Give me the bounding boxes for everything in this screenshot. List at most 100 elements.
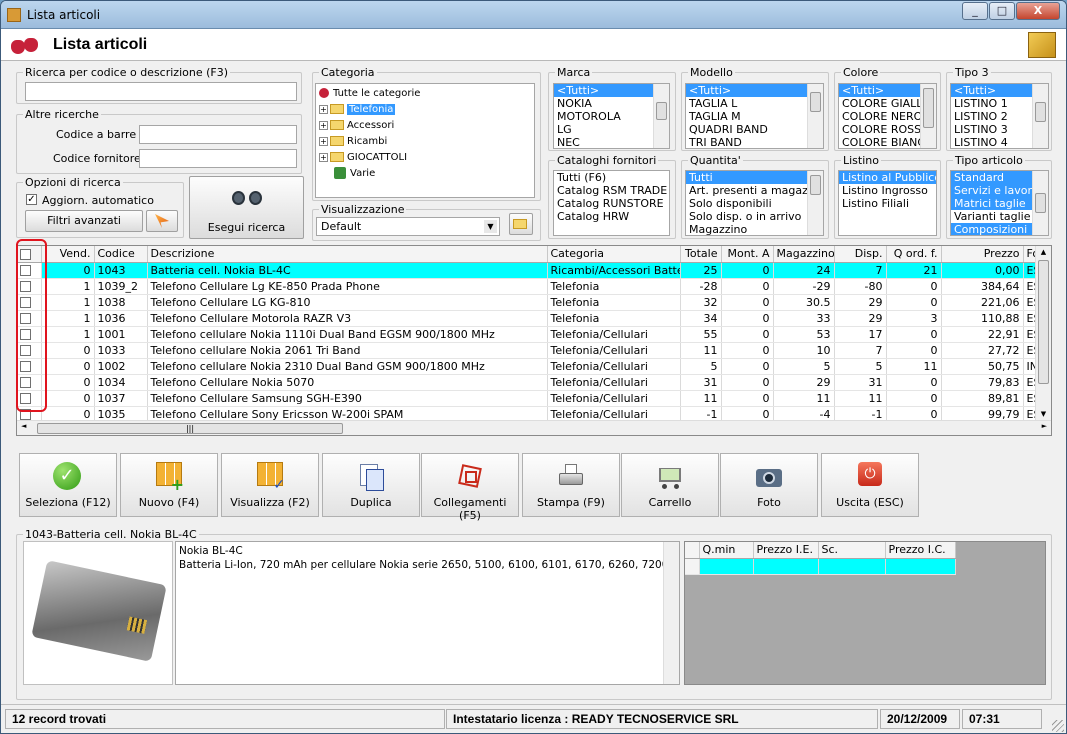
supplier-code-input[interactable] — [139, 149, 297, 168]
maximize-button[interactable]: □ — [989, 2, 1015, 20]
list-item[interactable]: Catalog RUNSTORE — [554, 197, 669, 210]
modello-list[interactable]: <Tutti> TAGLIA L TAGLIA M QUADRI BAND TR… — [685, 83, 824, 149]
col-qmin[interactable]: Q.min — [699, 542, 754, 559]
resize-grip[interactable] — [1052, 720, 1064, 732]
list-item[interactable]: TRI BAND — [686, 136, 823, 148]
list-item[interactable]: Catalog HRW — [554, 210, 669, 223]
list-item[interactable]: QUADRI BAND — [686, 123, 823, 136]
list-item[interactable]: Listino al Pubblico — [839, 171, 936, 184]
minimize-button[interactable]: _ — [962, 2, 988, 20]
tree-node-giocattoli[interactable]: + GIOCATTOLI — [319, 150, 407, 165]
colore-list[interactable]: <Tutti> COLORE GIALLO COLORE NERO COLORE… — [838, 83, 937, 149]
tree-node-accessori[interactable]: + Accessori — [319, 118, 394, 133]
select-button[interactable]: ✓ Seleziona (F12) — [19, 453, 117, 517]
grid-vertical-scrollbar[interactable]: ▲ ▼ — [1035, 246, 1051, 420]
view-select[interactable]: Default ▼ — [316, 217, 500, 236]
list-item[interactable]: Listino Ingrosso — [839, 184, 936, 197]
list-item[interactable]: NOKIA — [554, 97, 669, 110]
col-codice[interactable]: Codice — [94, 246, 148, 263]
list-item[interactable]: LG — [554, 123, 669, 136]
col-descrizione[interactable]: Descrizione — [147, 246, 548, 263]
barcode-input[interactable] — [139, 125, 297, 144]
scrollbar[interactable] — [807, 171, 823, 235]
col-disp[interactable]: Disp. — [834, 246, 887, 263]
table-row[interactable]: 0 1033 Telefono cellulare Nokia 2061 Tri B… — [17, 342, 1038, 359]
grid-cell: 0 — [886, 278, 942, 295]
col-prezzo[interactable]: Prezzo — [941, 246, 1024, 263]
quantita-list[interactable]: Tutti Art. presenti a magazzino Solo dis… — [685, 170, 824, 236]
tipo-articolo-list[interactable]: Standard Servizi e lavorazioni Matrici t… — [950, 170, 1049, 236]
scrollbar[interactable] — [1032, 84, 1048, 148]
list-item[interactable]: <Tutti> — [686, 84, 823, 97]
price-grid[interactable]: Q.min Prezzo I.E. Sc. Prezzo I.C. — [684, 541, 1046, 685]
col-prezzo-ic[interactable]: Prezzo I.C. — [885, 542, 956, 559]
list-item[interactable]: TAGLIA M — [686, 110, 823, 123]
grid-cell: 0 — [721, 390, 774, 407]
exit-button[interactable]: ⏻ Uscita (ESC) — [821, 453, 919, 517]
articles-grid[interactable]: Vend. Codice Descrizione Categoria Total… — [16, 245, 1052, 436]
grid-horizontal-scrollbar[interactable]: ◄ ||| ► — [17, 420, 1051, 435]
advanced-filters-button[interactable]: Filtri avanzati — [25, 210, 143, 232]
scrollbar[interactable] — [920, 84, 936, 148]
col-q-ord-f[interactable]: Q ord. f. — [886, 246, 942, 263]
table-row[interactable]: 0 1037 Telefono Cellulare Samsung SGH-E390… — [17, 390, 1038, 407]
listino-list[interactable]: Listino al Pubblico Listino Ingrosso Lis… — [838, 170, 937, 236]
list-item[interactable]: Magazzino — [686, 223, 823, 235]
auto-update-checkbox[interactable]: ✓ — [26, 194, 37, 205]
col-mont-a[interactable]: Mont. A — [721, 246, 774, 263]
cataloghi-list[interactable]: Tutti (F6) Catalog RSM TRADE Catalog RUN… — [553, 170, 670, 236]
col-magazzino[interactable]: Magazzino — [773, 246, 835, 263]
product-description[interactable]: Nokia BL-4C Batteria Li-Ion, 720 mAh per… — [175, 541, 680, 685]
scrollbar[interactable] — [1032, 171, 1048, 235]
search-input[interactable] — [25, 82, 297, 101]
list-item[interactable]: Listino Filiali — [839, 197, 936, 210]
photo-button[interactable]: Foto — [720, 453, 818, 517]
table-row[interactable]: 0 1034 Telefono Cellulare Nokia 5070 Telefo… — [17, 374, 1038, 391]
list-item[interactable]: Tutti — [686, 171, 823, 184]
title-bar[interactable]: Lista articoli _ □ X — [1, 1, 1066, 29]
table-row[interactable]: 1 1038 Telefono Cellulare LG KG-810 Telefon… — [17, 294, 1038, 311]
list-item[interactable]: <Tutti> — [554, 84, 669, 97]
scrollbar[interactable] — [653, 84, 669, 148]
col-vend[interactable]: Vend. — [41, 246, 95, 263]
tree-node-telefonia[interactable]: + Telefonia — [319, 102, 396, 117]
table-row[interactable]: 1 1036 Telefono Cellulare Motorola RAZR V3… — [17, 310, 1038, 327]
table-row[interactable]: 1 1001 Telefono cellulare Nokia 1110i Dual… — [17, 326, 1038, 343]
list-item[interactable]: Solo disponibili — [686, 197, 823, 210]
tree-node-ricambi[interactable]: + Ricambi — [319, 134, 387, 149]
table-row[interactable]: 0 1043 Batteria cell. Nokia BL-4C Ricambi/A… — [17, 262, 1038, 279]
open-folder-button[interactable] — [509, 213, 533, 235]
table-row[interactable]: 0 1002 Telefono cellulare Nokia 2310 Dual … — [17, 358, 1038, 375]
list-item[interactable]: TAGLIA L — [686, 97, 823, 110]
list-item[interactable]: Tutti (F6) — [554, 171, 669, 184]
grid-cell: 11 — [886, 358, 942, 375]
scrollbar[interactable] — [807, 84, 823, 148]
cart-button[interactable]: Carrello — [621, 453, 719, 517]
links-button[interactable]: Collegamenti (F5) — [421, 453, 519, 522]
tree-node-root[interactable]: Tutte le categorie — [319, 86, 420, 101]
duplicate-button[interactable]: Duplica — [322, 453, 420, 517]
col-totale[interactable]: Totale — [680, 246, 722, 263]
new-button[interactable]: + Nuovo (F4) — [120, 453, 218, 517]
table-row[interactable]: 1 1039_2 Telefono Cellulare Lg KE-850 Prad… — [17, 278, 1038, 295]
list-item[interactable]: Solo disp. o in arrivo — [686, 210, 823, 223]
tipo3-list[interactable]: <Tutti> LISTINO 1 LISTINO 2 LISTINO 3 LI… — [950, 83, 1049, 149]
marca-list[interactable]: <Tutti> NOKIA MOTOROLA LG NEC — [553, 83, 670, 149]
category-tree[interactable]: Tutte le categorie + Telefonia + Accessori… — [315, 83, 535, 198]
run-search-button[interactable]: Esegui ricerca — [189, 176, 304, 239]
close-button[interactable]: X — [1016, 2, 1060, 20]
list-item[interactable]: Catalog RSM TRADE — [554, 184, 669, 197]
list-item[interactable]: Art. presenti a magazzino — [686, 184, 823, 197]
list-item[interactable]: NEC — [554, 136, 669, 148]
list-item[interactable]: MOTOROLA — [554, 110, 669, 123]
filter-arrow-button[interactable] — [146, 210, 178, 232]
col-sc[interactable]: Sc. — [818, 542, 886, 559]
description-scrollbar[interactable] — [663, 542, 679, 684]
view-button[interactable]: ✓ Visualizza (F2) — [221, 453, 319, 517]
tree-node-varie[interactable]: Varie — [334, 166, 375, 181]
price-row[interactable] — [685, 558, 956, 575]
col-categoria[interactable]: Categoria — [547, 246, 681, 263]
print-button[interactable]: Stampa (F9) — [522, 453, 620, 517]
grid-cell: 24 — [773, 262, 835, 279]
col-prezzo-ie[interactable]: Prezzo I.E. — [753, 542, 819, 559]
